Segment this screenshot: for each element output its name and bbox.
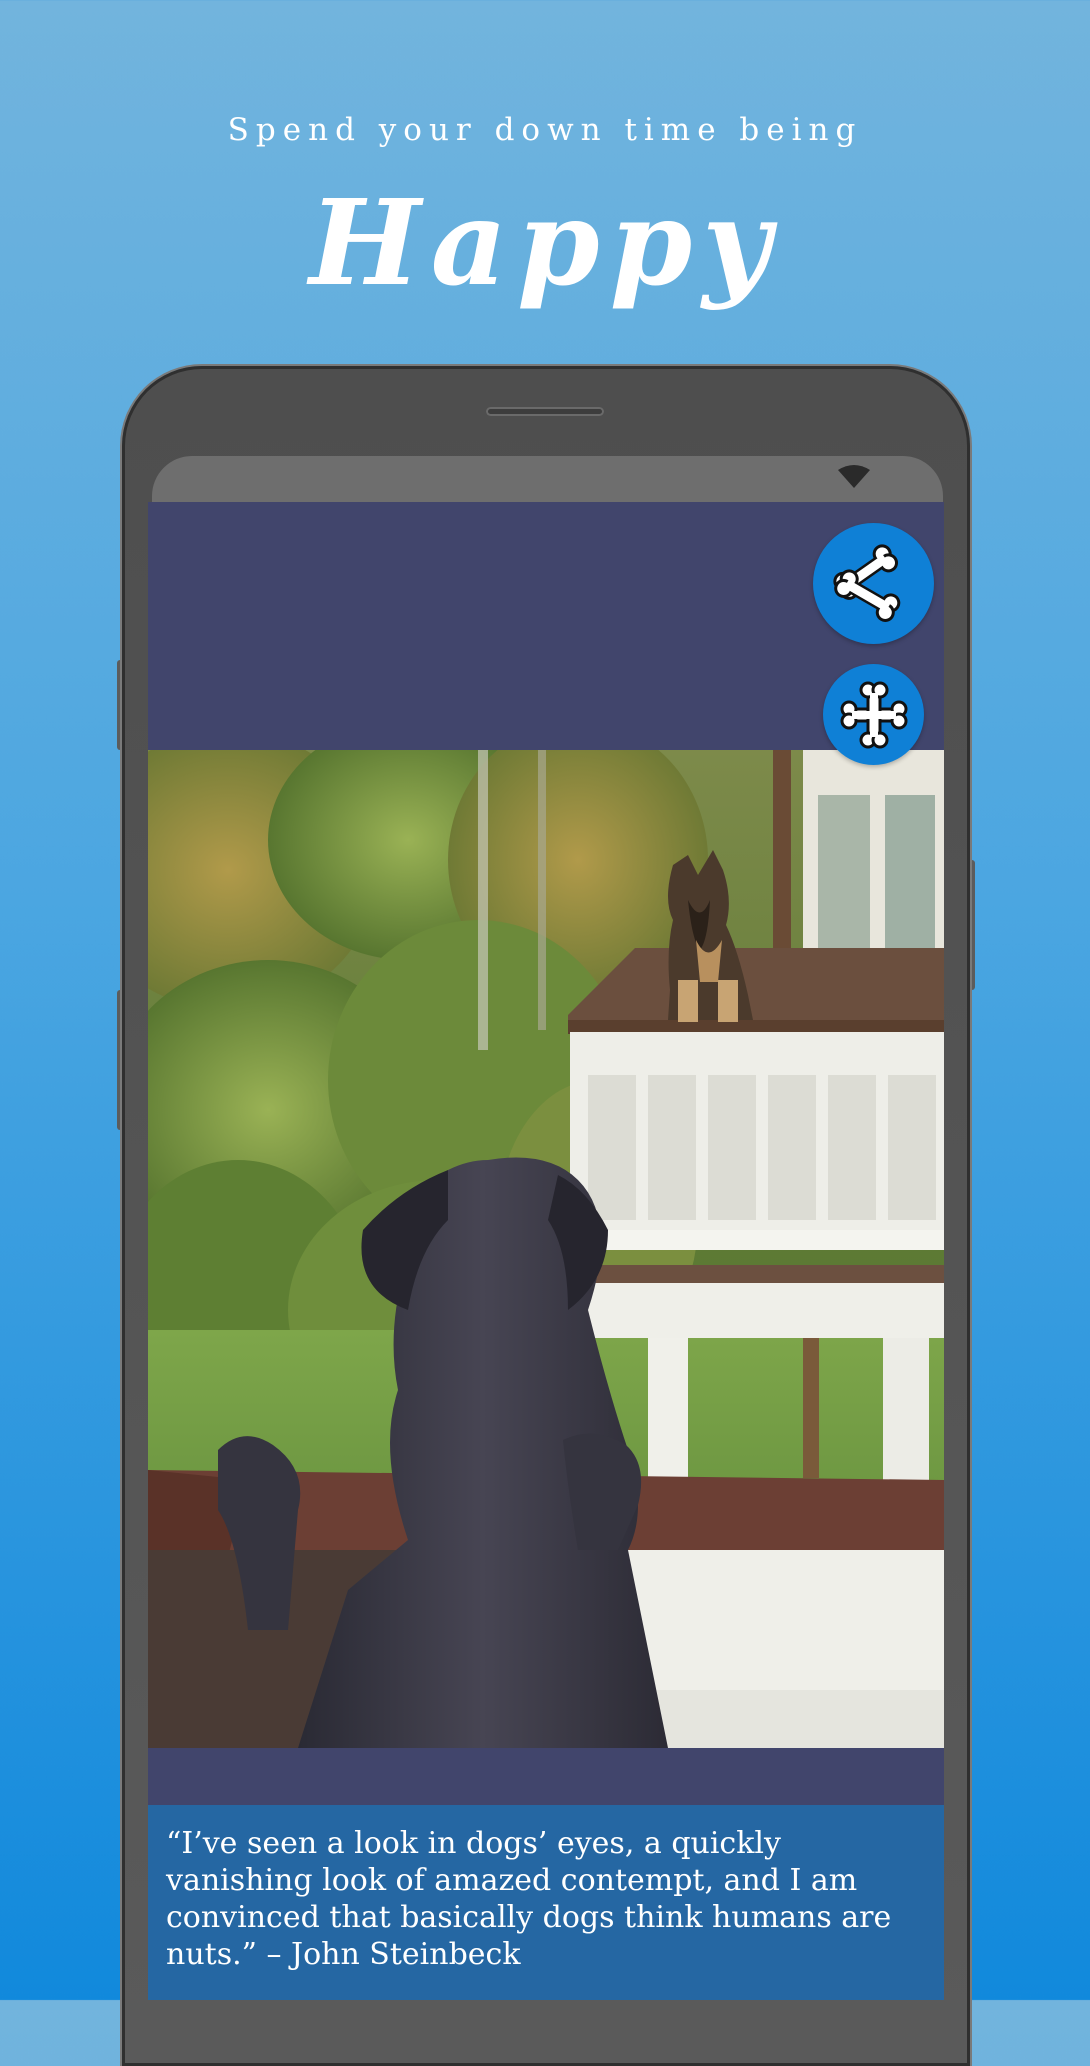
dog-photo[interactable] <box>148 750 944 1748</box>
expand-button[interactable] <box>823 664 924 765</box>
wifi-icon <box>838 465 870 488</box>
status-bar <box>152 456 943 502</box>
quote-text: “I’ve seen a look in dogs’ eyes, a quick… <box>148 1805 944 2000</box>
headline: Happy <box>309 173 781 312</box>
bone-share-icon <box>832 543 900 622</box>
tagline: Spend your down time being <box>227 112 863 148</box>
phone-speaker <box>486 407 604 416</box>
bone-cross-icon <box>840 681 907 748</box>
share-button[interactable] <box>813 523 934 644</box>
